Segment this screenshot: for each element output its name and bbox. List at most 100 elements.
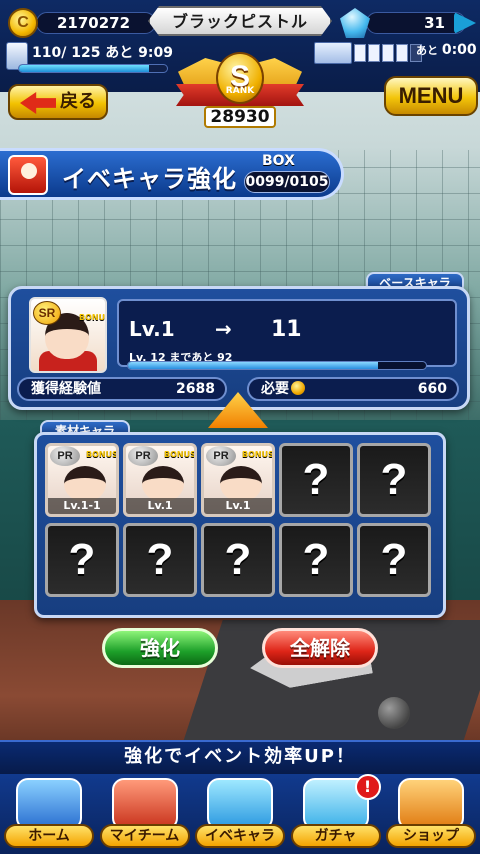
ticket-icon: [314, 42, 352, 64]
shop-icon: [398, 778, 464, 830]
material-slot-empty[interactable]: ?: [279, 443, 353, 517]
baseball: [378, 697, 410, 729]
need-label: 必要: [261, 379, 305, 399]
menu-button[interactable]: MENU: [384, 76, 478, 116]
material-slot-empty[interactable]: ?: [357, 523, 431, 597]
notebook-icon: [16, 778, 82, 830]
alert-badge: !: [354, 774, 381, 800]
back-button-label: 戻る: [60, 91, 96, 112]
material-slot-filled[interactable]: PR BONUS Lv.1: [123, 443, 197, 517]
tab-event[interactable]: イベキャラ: [195, 778, 285, 850]
back-arrow-icon: [20, 92, 56, 114]
player-name: ブラックピストル: [148, 6, 332, 36]
base-chara-portrait[interactable]: SR BONUS: [29, 297, 107, 373]
ticket-timer: あと 0:00: [416, 42, 477, 58]
diamond-icon: [340, 8, 370, 38]
rank-emblem: S RANK 28930: [172, 40, 308, 136]
ticket-slot: [382, 44, 394, 62]
add-gems-icon[interactable]: [454, 12, 476, 34]
bonus-badge: BONUS: [79, 313, 106, 322]
rank-score: 28930: [204, 106, 276, 128]
chara-face: [64, 466, 106, 502]
current-level: Lv.1: [129, 317, 175, 341]
rarity-badge: PR: [128, 446, 158, 466]
tab-label: ホーム: [4, 824, 94, 848]
question-mark-icon: ?: [380, 535, 408, 584]
bonus-badge: BONUS: [164, 450, 196, 459]
material-slot-empty[interactable]: ?: [123, 523, 197, 597]
exp-gained: 獲得経験値 2688: [17, 377, 227, 401]
enhance-button[interactable]: 強化: [102, 628, 218, 668]
question-mark-icon: ?: [146, 535, 174, 584]
stamina-bar: [18, 64, 168, 73]
clear-all-button[interactable]: 全解除: [262, 628, 378, 668]
material-slot-empty[interactable]: ?: [201, 523, 275, 597]
box-label: BOX: [262, 153, 295, 169]
rarity-badge: PR: [50, 446, 80, 466]
ticket-slot: [354, 44, 366, 62]
back-button[interactable]: 戻る: [8, 84, 108, 120]
chara-face: [220, 466, 262, 502]
stamina-text: 110/ 125 あと 9:09: [32, 45, 174, 61]
tab-home[interactable]: ホーム: [4, 778, 94, 850]
ticket-meter: あと 0:00: [314, 40, 478, 70]
ticket-slots: [354, 44, 422, 62]
material-slot-filled[interactable]: PR BONUS Lv.1: [201, 443, 275, 517]
material-slot-empty[interactable]: ?: [45, 523, 119, 597]
bonus-badge: BONUS: [86, 450, 118, 459]
rank-label: RANK: [225, 86, 255, 96]
tab-label: イベキャラ: [195, 824, 285, 848]
exp-value: 2688: [176, 381, 215, 397]
level-preview: Lv.1 → 11 Lv. 12 まであと 92: [117, 299, 457, 370]
tab-shop[interactable]: ショップ: [386, 778, 476, 850]
base-chara-panel: SR BONUS Lv.1 → 11 Lv. 12 まであと 92 獲得経験値 …: [8, 286, 470, 410]
bottom-tab-bar: ホーム マイチーム イベキャラ ガチャ! ショップ: [0, 774, 480, 854]
question-mark-icon: ?: [224, 535, 252, 584]
ticket-time-prefix: あと: [416, 44, 438, 57]
coin-counter: 2170272 C: [8, 8, 156, 38]
bonus-badge: BONUS: [242, 450, 274, 459]
need-value: 660: [417, 381, 447, 397]
material-slot-empty[interactable]: ?: [279, 523, 353, 597]
material-slot-grid: PR BONUS Lv.1-1 PR BONUS Lv.1 PR BONUS Lv.1?????…: [45, 443, 431, 597]
coin-value: 2170272: [36, 12, 156, 34]
material-slot-filled[interactable]: PR BONUS Lv.1-1: [45, 443, 119, 517]
question-mark-icon: ?: [302, 535, 330, 584]
target-level: 11: [271, 317, 302, 342]
tip-banner: 強化でイベント効率UP！: [0, 740, 480, 774]
team-icon: [111, 778, 178, 830]
rarity-badge: SR: [33, 301, 61, 325]
stamina-meter: 110/ 125 あと 9:09: [6, 42, 180, 76]
gem-counter[interactable]: 31: [340, 8, 476, 38]
tab-gacha[interactable]: ガチャ!: [290, 774, 381, 850]
tab-label: マイチーム: [99, 824, 190, 848]
material-slot-empty[interactable]: ?: [357, 443, 431, 517]
chara-face: [142, 466, 184, 502]
ticket-time-value: 0:00: [441, 42, 477, 58]
coin-icon: C: [8, 8, 38, 38]
level-progress-bar: [127, 361, 427, 370]
exp-label: 獲得経験値: [31, 381, 101, 397]
question-mark-icon: ?: [302, 455, 330, 504]
chara-upgrade-icon: [8, 155, 48, 195]
chara-level: Lv.1-1: [48, 498, 116, 514]
material-chara-panel: PR BONUS Lv.1-1 PR BONUS Lv.1 PR BONUS Lv.1?????…: [34, 432, 446, 618]
tab-label: ガチャ: [290, 824, 381, 848]
question-mark-icon: ?: [380, 455, 408, 504]
rarity-badge: PR: [206, 446, 236, 466]
question-mark-icon: ?: [68, 535, 96, 584]
level-progress-fill: [128, 362, 379, 369]
tab-label: ショップ: [386, 824, 476, 848]
tab-team[interactable]: マイチーム: [99, 778, 190, 850]
box-capacity: 0099/0105: [244, 171, 330, 193]
coin-icon: [291, 381, 305, 395]
ticket-slot: [396, 44, 408, 62]
coins-required: 必要 660: [247, 377, 459, 401]
rank-letter: S: [216, 52, 264, 104]
stamina-bar-fill: [19, 65, 150, 72]
chara-level: Lv.1: [204, 498, 272, 514]
gem-value: 31: [366, 12, 466, 34]
need-label-text: 必要: [261, 381, 289, 397]
page-title: イベキャラ強化: [62, 165, 237, 193]
ticket-slot: [368, 44, 380, 62]
